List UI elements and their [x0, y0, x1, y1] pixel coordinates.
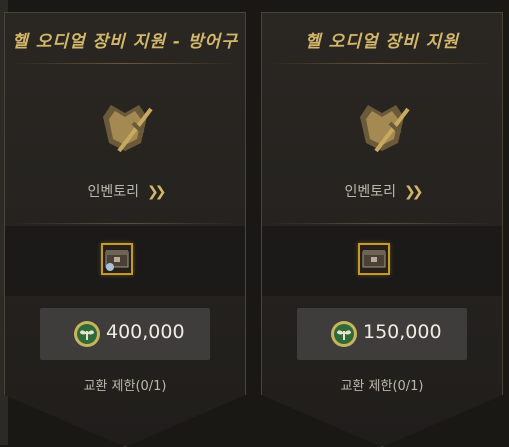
reward-item-strip [262, 226, 502, 296]
title-divider [13, 63, 237, 64]
price-value: 150,000 [363, 321, 442, 343]
reward-item-strip [5, 226, 245, 296]
exchange-limit: 교환 제한(0/1) [340, 379, 424, 394]
card-title: 헬 오디얼 장비 지원 - 방어구 [12, 32, 238, 52]
double-chevron-right-icon: ❯❯ [404, 184, 424, 200]
armor-chest-icon[interactable] [101, 243, 133, 275]
exchange-limit: 교환 제한(0/1) [83, 379, 167, 394]
inventory-button[interactable]: 인벤토리 ❯❯ [5, 77, 245, 227]
leaf-coin-icon [74, 321, 100, 347]
card-title: 헬 오디얼 장비 지원 [305, 32, 459, 52]
price-value: 400,000 [106, 321, 185, 343]
price-button[interactable]: 400,000 [40, 308, 210, 360]
inventory-label: 인벤토리 ❯❯ [344, 184, 424, 200]
equipment-chest-icon[interactable] [358, 243, 390, 275]
armor-sword-icon [360, 105, 410, 153]
title-divider [270, 63, 494, 64]
divider [270, 223, 494, 224]
armor-sword-icon [103, 105, 153, 153]
inventory-label: 인벤토리 ❯❯ [87, 184, 167, 200]
inventory-button[interactable]: 인벤토리 ❯❯ [262, 77, 502, 227]
exchange-card-equipment: 헬 오디얼 장비 지원 인벤토리 ❯❯ 150,000 교환 제한(0/1) [261, 12, 503, 447]
divider [13, 223, 237, 224]
exchange-card-armor: 헬 오디얼 장비 지원 - 방어구 인벤토리 ❯❯ 400,000 교환 제한(… [4, 12, 246, 447]
price-button[interactable]: 150,000 [297, 308, 467, 360]
double-chevron-right-icon: ❯❯ [147, 184, 167, 200]
leaf-coin-icon [331, 321, 357, 347]
